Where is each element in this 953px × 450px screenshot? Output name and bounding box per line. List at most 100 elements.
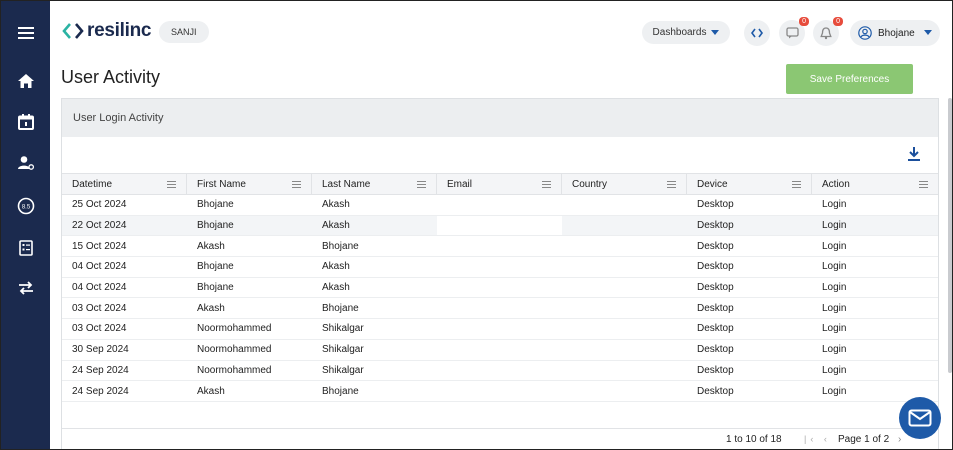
cell-email	[437, 381, 562, 401]
cell-country	[562, 257, 687, 277]
table-row[interactable]: 25 Oct 2024 Bhojane Akash Desktop Login	[62, 195, 938, 216]
table-row[interactable]: 15 Oct 2024 Akash Bhojane Desktop Login	[62, 236, 938, 258]
cell-action: Login	[812, 215, 938, 236]
cell-last-name: Shikalgar	[322, 323, 364, 335]
cell-email	[437, 278, 562, 298]
cell-email	[437, 195, 562, 215]
table-row[interactable]: 30 Sep 2024 Noormohammed Shikalgar Deskt…	[62, 340, 938, 361]
login-activity-card: User Login Activity Datetime First Name …	[61, 98, 939, 449]
user-name: Bhojane	[878, 27, 915, 39]
cell-email	[437, 361, 562, 381]
cell-last-name: Akash	[322, 282, 350, 294]
code-button[interactable]	[744, 20, 770, 46]
dashboards-dropdown[interactable]: Dashboards	[642, 21, 730, 44]
column-header-first-name[interactable]: First Name	[187, 174, 312, 194]
table-header: Datetime First Name Last Name Email Coun…	[62, 173, 938, 195]
next-page-button[interactable]: ›	[898, 434, 901, 445]
cell-first-name: Noormohammed	[197, 323, 272, 335]
column-menu-icon[interactable]	[792, 180, 801, 188]
cell-country	[562, 298, 687, 318]
cell-action: Login	[822, 282, 847, 294]
page-scrollbar[interactable]	[948, 98, 952, 373]
messages-badge: 0	[799, 17, 809, 26]
cell-last-name: Bhojane	[322, 240, 359, 252]
table-row[interactable]: 03 Oct 2024 Akash Bhojane Desktop Login	[62, 298, 938, 320]
calendar-icon[interactable]	[1, 107, 50, 137]
column-label: Last Name	[322, 178, 371, 190]
cell-first-name: Akash	[197, 302, 225, 314]
first-prev-page-buttons[interactable]: |‹ ‹	[804, 434, 831, 444]
cell-last-name: Akash	[322, 261, 350, 273]
table-row[interactable]: 04 Oct 2024 Bhojane Akash Desktop Login	[62, 257, 938, 278]
cell-action: Login	[822, 364, 847, 376]
chat-launcher-button[interactable]	[899, 397, 941, 439]
column-menu-icon[interactable]	[167, 180, 176, 188]
pagination-bar: 1 to 10 of 18 |‹ ‹ Page 1 of 2 ›	[62, 428, 938, 449]
cell-last-name: Akash	[312, 215, 437, 236]
score-icon[interactable]: 8.5	[1, 191, 50, 221]
column-label: Action	[822, 178, 850, 190]
cell-last-name: Shikalgar	[322, 344, 364, 356]
cell-country	[562, 215, 687, 236]
download-icon[interactable]	[907, 146, 921, 162]
column-label: Country	[572, 178, 608, 190]
cell-device: Desktop	[697, 240, 734, 252]
cell-first-name: Bhojane	[197, 199, 234, 211]
column-label: Datetime	[72, 178, 113, 190]
column-header-last-name[interactable]: Last Name	[312, 174, 437, 194]
user-avatar-icon	[858, 26, 872, 40]
notifications-badge: 0	[833, 17, 843, 26]
table-row[interactable]: 04 Oct 2024 Bhojane Akash Desktop Login	[62, 278, 938, 299]
page-title: User Activity	[61, 67, 161, 87]
cell-country	[562, 381, 687, 401]
cell-action: Login	[822, 323, 847, 335]
column-header-device[interactable]: Device	[687, 174, 812, 194]
column-menu-icon[interactable]	[292, 180, 301, 188]
checklist-icon[interactable]	[1, 233, 50, 263]
table-row[interactable]: 24 Sep 2024 Akash Bhojane Desktop Login	[62, 381, 938, 402]
table-row[interactable]: 22 Oct 2024 Bhojane Akash Desktop Login	[62, 215, 938, 237]
cell-datetime: 04 Oct 2024	[72, 261, 127, 273]
cell-action: Login	[822, 199, 847, 211]
home-icon[interactable]	[1, 66, 50, 96]
cell-email	[437, 236, 562, 256]
column-header-action[interactable]: Action	[812, 174, 938, 194]
menu-icon[interactable]	[1, 18, 50, 48]
cell-device: Desktop	[697, 282, 734, 294]
cell-country	[562, 361, 687, 381]
cell-datetime: 15 Oct 2024	[72, 240, 127, 252]
top-header: resilinc SANJI Dashboards 0 0 Bhojane	[50, 1, 952, 59]
column-menu-icon[interactable]	[667, 180, 676, 188]
cell-country	[562, 236, 687, 256]
dashboards-label: Dashboards	[652, 27, 707, 38]
column-header-email[interactable]: Email	[437, 174, 562, 194]
cell-datetime: 03 Oct 2024	[72, 302, 127, 314]
user-menu[interactable]: Bhojane	[850, 20, 940, 46]
cell-action: Login	[822, 261, 847, 273]
cell-device: Desktop	[697, 344, 734, 356]
brand-logo[interactable]: resilinc	[62, 17, 151, 45]
tenant-pill[interactable]: SANJI	[159, 21, 209, 43]
notifications-button[interactable]: 0	[813, 17, 843, 46]
column-menu-icon[interactable]	[542, 180, 551, 188]
column-header-country[interactable]: Country	[562, 174, 687, 194]
column-menu-icon[interactable]	[919, 180, 928, 188]
table-row[interactable]: 03 Oct 2024 Noormohammed Shikalgar Deskt…	[62, 319, 938, 340]
cell-first-name: Noormohammed	[197, 364, 272, 376]
cell-country	[562, 319, 687, 339]
caret-down-icon	[711, 29, 720, 35]
envelope-icon	[908, 409, 932, 427]
messages-button[interactable]: 0	[779, 17, 809, 46]
cell-country	[562, 278, 687, 298]
user-settings-icon[interactable]	[1, 148, 50, 178]
column-header-datetime[interactable]: Datetime	[62, 174, 187, 194]
save-preferences-button[interactable]: Save Preferences	[786, 64, 913, 94]
column-menu-icon[interactable]	[417, 180, 426, 188]
cell-email	[437, 319, 562, 339]
table-row[interactable]: 24 Sep 2024 Noormohammed Shikalgar Deskt…	[62, 361, 938, 382]
message-icon	[785, 27, 799, 39]
transfer-icon[interactable]	[1, 273, 50, 303]
cell-country	[562, 195, 687, 215]
cell-datetime: 04 Oct 2024	[72, 282, 127, 294]
cell-last-name: Bhojane	[322, 385, 359, 397]
